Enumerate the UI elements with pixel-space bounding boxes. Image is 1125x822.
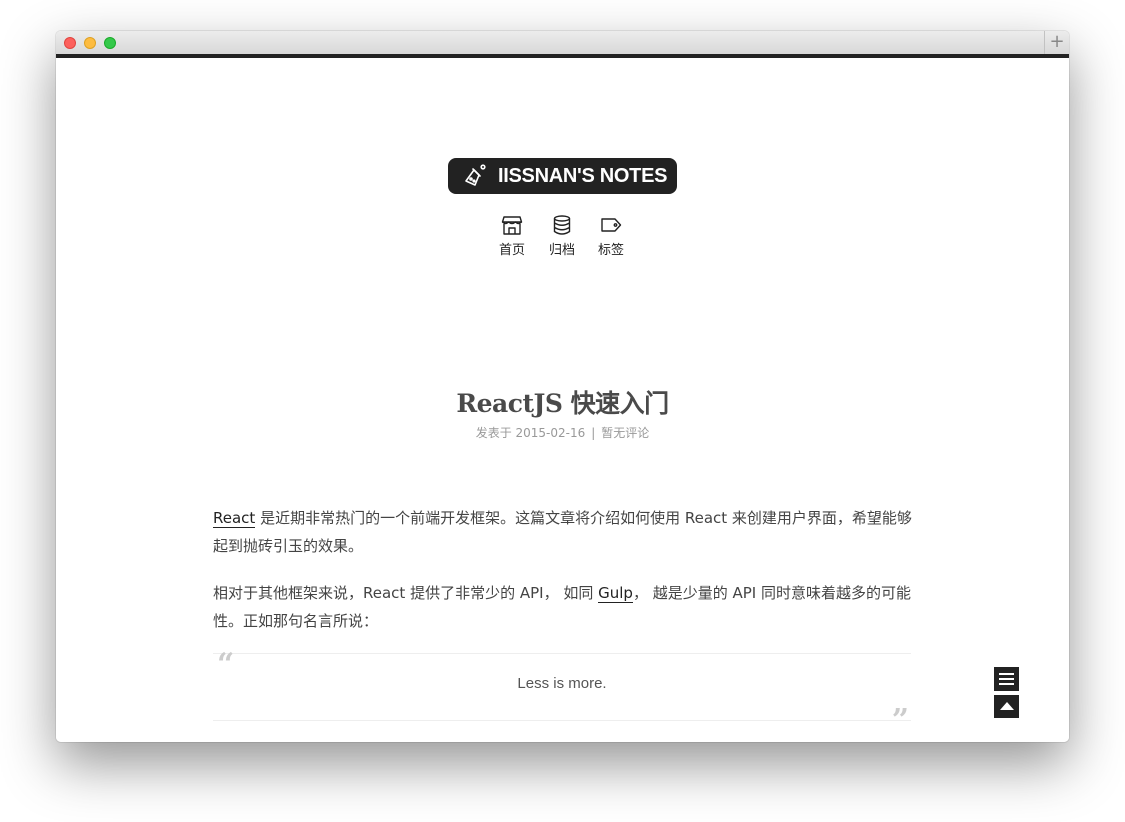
paragraph: 相对于其他框架来说，React 提供了非常少的 API， 如同 Gulp， 越是… — [213, 579, 913, 635]
post-date: 发表于 2015-02-16 — [475, 426, 586, 440]
nav-item-archive[interactable]: 归档 — [542, 214, 582, 258]
close-window-button[interactable] — [64, 37, 76, 49]
close-quote-icon: ” — [891, 703, 909, 738]
react-link[interactable]: React — [213, 509, 256, 528]
nav-item-tags[interactable]: 标签 — [591, 214, 631, 258]
store-icon — [501, 216, 523, 235]
tag-icon — [601, 218, 622, 232]
browser-window: + IISSNAN'S NOTES 首页 归档 标签 ReactJS 快速入门 … — [56, 31, 1069, 742]
new-tab-button[interactable]: + — [1044, 31, 1069, 54]
flask-icon — [465, 164, 486, 186]
quote-text: Less is more. — [517, 675, 607, 692]
toc-menu-button[interactable] — [994, 667, 1019, 691]
meta-separator: | — [591, 426, 596, 440]
comments-link[interactable]: 暂无评论 — [601, 426, 649, 440]
paragraph-text: 是近期非常热门的一个前端开发框架。这篇文章将介绍如何使用 React 来创建用户… — [213, 509, 912, 555]
arrow-up-icon — [1000, 702, 1014, 710]
post-body: React 是近期非常热门的一个前端开发框架。这篇文章将介绍如何使用 React… — [213, 504, 913, 654]
nav-item-label: 首页 — [498, 243, 525, 258]
back-to-top-button[interactable] — [994, 695, 1019, 718]
paragraph-text: 相对于其他框架来说，React 提供了非常少的 API， 如同 — [213, 584, 599, 602]
page-content: IISSNAN'S NOTES 首页 归档 标签 ReactJS 快速入门 发表… — [56, 58, 1069, 742]
gulp-link[interactable]: Gulp — [598, 584, 633, 603]
paragraph: React 是近期非常热门的一个前端开发框架。这篇文章将介绍如何使用 React… — [213, 504, 913, 560]
database-icon — [553, 215, 571, 235]
nav-item-home[interactable]: 首页 — [492, 214, 532, 258]
title-bar: + — [56, 31, 1069, 55]
site-logo[interactable]: IISSNAN'S NOTES — [448, 158, 677, 194]
blockquote: “ Less is more. ” — [213, 650, 911, 736]
site-title: IISSNAN'S NOTES — [498, 165, 668, 187]
minimize-window-button[interactable] — [84, 37, 96, 49]
nav-item-label: 标签 — [597, 243, 624, 258]
nav-item-label: 归档 — [548, 243, 575, 258]
post-meta: 发表于 2015-02-16 | 暂无评论 — [56, 424, 1069, 441]
maximize-window-button[interactable] — [104, 37, 116, 49]
post-title[interactable]: ReactJS 快速入门 — [56, 384, 1069, 420]
